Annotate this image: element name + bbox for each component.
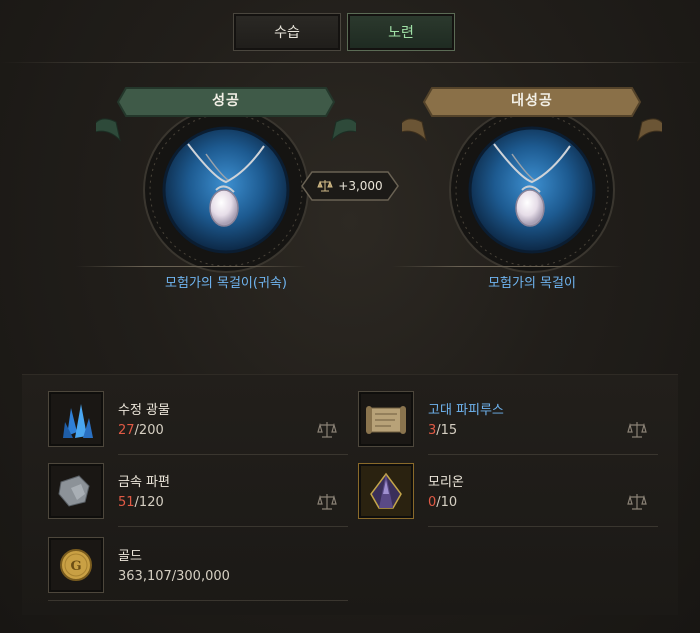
tab-apprentice[interactable]: 수습 xyxy=(233,13,341,51)
material-ancient-papyrus[interactable]: 고대 파피루스 3/15 xyxy=(358,389,658,455)
success-underline xyxy=(76,266,306,267)
material-quantity: 51/120 xyxy=(118,495,164,510)
metal-fragment-icon xyxy=(48,463,104,519)
scale-icon xyxy=(317,180,334,192)
gold-coin-icon: G xyxy=(48,537,104,593)
scale-icon[interactable] xyxy=(626,491,648,513)
tab-veteran[interactable]: 노련 xyxy=(347,13,455,51)
row-divider xyxy=(118,526,348,527)
great-success-banner-label: 대성공 xyxy=(511,93,553,109)
morion-gem-icon xyxy=(358,463,414,519)
svg-text:G: G xyxy=(70,559,81,574)
material-name: 수정 광물 xyxy=(118,403,170,418)
material-quantity: 3/15 xyxy=(428,423,458,438)
materials-panel: 수정 광물 27/200 고대 파피루스 3/15 금속 파편 51/120 모… xyxy=(22,374,678,615)
material-gold[interactable]: G 골드 363,107/300,000 xyxy=(48,535,348,601)
grade-tabs: 수습 노련 xyxy=(233,13,455,51)
material-crystal-ore[interactable]: 수정 광물 27/200 xyxy=(48,389,348,455)
material-metal-fragment[interactable]: 금속 파편 51/120 xyxy=(48,461,348,527)
material-name: 금속 파편 xyxy=(118,475,170,490)
scale-icon[interactable] xyxy=(316,419,338,441)
divider xyxy=(0,62,700,63)
material-name: 고대 파피루스 xyxy=(428,403,504,418)
great-success-bonus: +3,000 xyxy=(298,168,402,204)
great-success-item-name: 모험가의 목걸이 xyxy=(488,276,576,291)
material-quantity: 27/200 xyxy=(118,423,164,438)
success-banner-label: 성공 xyxy=(212,93,240,109)
scale-icon[interactable] xyxy=(626,419,648,441)
material-morion[interactable]: 모리온 0/10 xyxy=(358,461,658,527)
material-quantity: 0/10 xyxy=(428,495,458,510)
material-quantity: 363,107/300,000 xyxy=(118,569,230,584)
papyrus-scroll-icon xyxy=(358,391,414,447)
row-divider xyxy=(428,526,658,527)
crystal-ore-icon xyxy=(48,391,104,447)
scale-icon[interactable] xyxy=(316,491,338,513)
great-success-outcome: 대성공 모험가의 목걸이 xyxy=(402,82,662,292)
material-name: 모리온 xyxy=(428,475,464,490)
row-divider xyxy=(118,454,348,455)
great-success-underline xyxy=(392,266,622,267)
bonus-value: +3,000 xyxy=(338,179,383,193)
row-divider xyxy=(48,600,348,601)
success-item-name: 모험가의 목걸이(귀속) xyxy=(165,276,287,291)
row-divider xyxy=(428,454,658,455)
material-name: 골드 xyxy=(118,549,142,564)
outcome-frame-great-success xyxy=(402,87,662,273)
